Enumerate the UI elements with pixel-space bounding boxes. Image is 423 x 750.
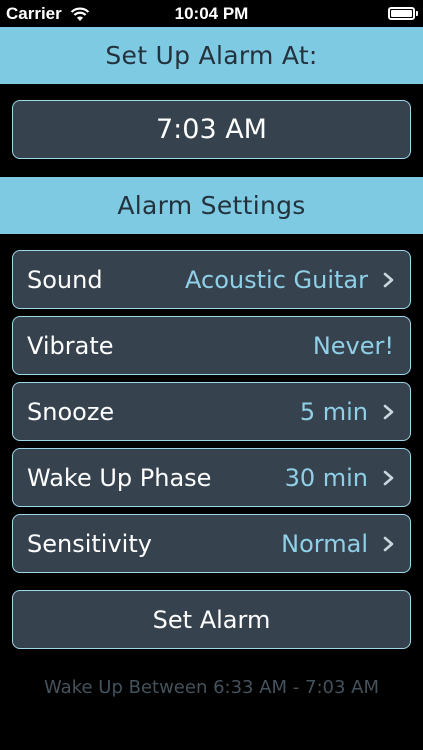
alarm-time-label: 7:03 AM bbox=[156, 114, 267, 145]
alarm-time-button[interactable]: 7:03 AM bbox=[12, 100, 411, 159]
chevron-right-icon bbox=[383, 272, 394, 288]
setting-row-wake-up-phase[interactable]: Wake Up Phase 30 min bbox=[12, 448, 411, 507]
setting-value-sensitivity: Normal bbox=[281, 529, 368, 558]
setting-row-sensitivity[interactable]: Sensitivity Normal bbox=[12, 514, 411, 573]
setting-row-vibrate[interactable]: Vibrate Never! bbox=[12, 316, 411, 375]
settings-header: Alarm Settings bbox=[0, 177, 423, 234]
battery-icon bbox=[388, 7, 418, 20]
wake-window-note: Wake Up Between 6:33 AM - 7:03 AM bbox=[44, 677, 379, 698]
set-alarm-button[interactable]: Set Alarm bbox=[12, 590, 411, 649]
status-time: 10:04 PM bbox=[174, 4, 249, 23]
setting-label-vibrate: Vibrate bbox=[27, 331, 114, 360]
setting-row-snooze[interactable]: Snooze 5 min bbox=[12, 382, 411, 441]
chevron-right-icon bbox=[383, 470, 394, 486]
setting-value-vibrate: Never! bbox=[312, 331, 394, 360]
setting-label-sensitivity: Sensitivity bbox=[27, 529, 152, 558]
set-alarm-label: Set Alarm bbox=[152, 605, 271, 634]
chevron-right-icon bbox=[383, 536, 394, 552]
setting-row-sound[interactable]: Sound Acoustic Guitar bbox=[12, 250, 411, 309]
setting-label-wake-up-phase: Wake Up Phase bbox=[27, 463, 212, 492]
alarm-header: Set Up Alarm At: bbox=[0, 27, 423, 84]
status-bar: Carrier 10:04 PM bbox=[0, 0, 423, 27]
chevron-right-icon bbox=[383, 404, 394, 420]
setting-value-wake-up-phase: 30 min bbox=[284, 463, 368, 492]
setting-label-snooze: Snooze bbox=[27, 397, 115, 426]
alarm-screen: Carrier 10:04 PM Set Up Alarm At: 7:03 A… bbox=[0, 0, 423, 750]
setting-value-sound: Acoustic Guitar bbox=[185, 265, 368, 294]
setting-label-sound: Sound bbox=[27, 265, 103, 294]
setting-value-snooze: 5 min bbox=[299, 397, 368, 426]
